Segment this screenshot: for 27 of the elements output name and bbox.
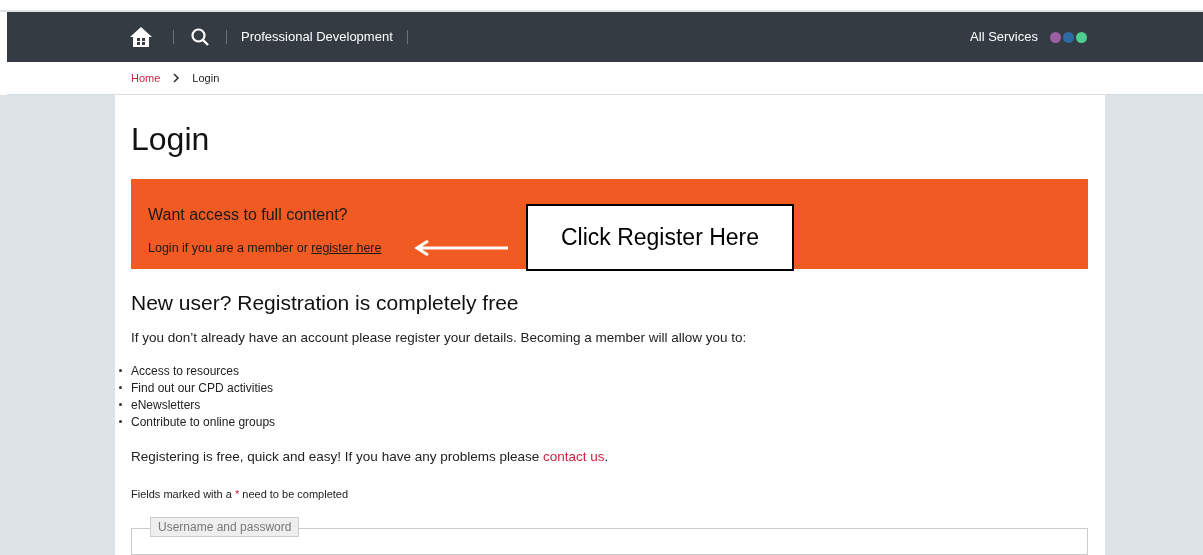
section-heading: New user? Registration is completely free	[131, 289, 520, 316]
banner-heading: Want access to full content?	[148, 205, 349, 225]
contact-link[interactable]: contact us	[543, 449, 605, 465]
intro-text: If you don’t already have an account please register your details. Becoming a member will allow you to:	[131, 329, 748, 348]
required-note: Fields marked with a * need to be completed	[131, 486, 350, 502]
search-icon[interactable]	[190, 27, 210, 47]
bullet-icon	[119, 369, 122, 373]
benefit-item: Find out our CPD activities	[131, 379, 274, 397]
benefit-item: Contribute to online groups	[131, 413, 276, 431]
bullet-icon	[119, 420, 122, 424]
contact-text: Registering is free, quick and easy! If you have any problems please contact us.	[131, 448, 610, 467]
fieldset-legend: Username and password	[150, 517, 300, 538]
banner-text: Login if you are a member or register here	[148, 240, 382, 257]
page-title: Login	[131, 120, 211, 159]
benefit-item: eNewsletters	[131, 396, 201, 414]
bullet-icon	[119, 403, 122, 407]
all-services-link[interactable]: All Services	[970, 27, 1038, 47]
bullet-icon	[119, 386, 122, 390]
arrow-icon	[414, 240, 510, 256]
home-icon[interactable]	[129, 25, 153, 49]
breadcrumb-link[interactable]: Home	[131, 69, 161, 87]
nav-link[interactable]: Professional Development	[241, 27, 393, 47]
callout-box: Click Register Here	[526, 204, 794, 271]
register-link[interactable]: register here	[311, 241, 382, 255]
benefit-item: Access to resources	[131, 362, 240, 380]
breadcrumb-current: Login	[192, 70, 220, 86]
chevron-icon	[172, 73, 181, 83]
